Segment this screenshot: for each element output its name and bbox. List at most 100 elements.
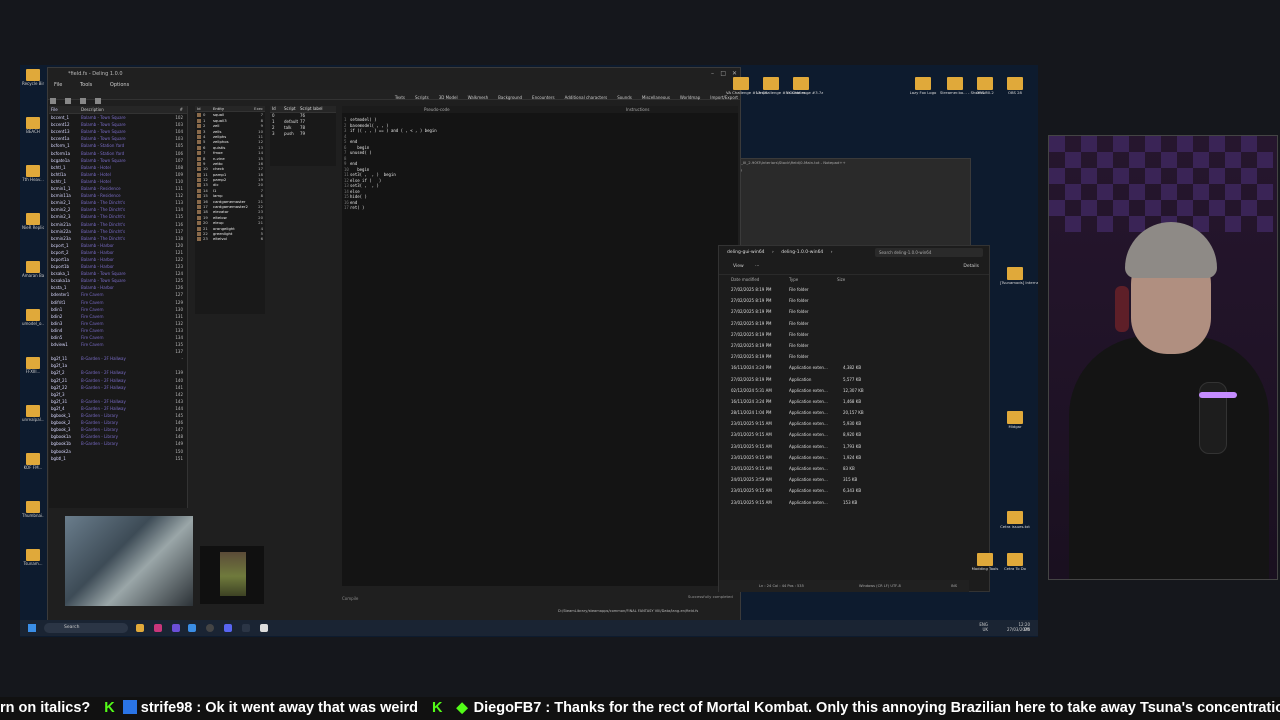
- tab-worldmap[interactable]: Worldmap: [680, 95, 700, 100]
- compile-button[interactable]: Compile: [342, 596, 358, 601]
- desktop-icon[interactable]: VA Challenge #1.mp4: [726, 77, 768, 95]
- desktop-icon[interactable]: Amaran Battle B...: [22, 261, 44, 278]
- field-list-row[interactable]: bcmin21a Balamb - The Dincht's 116: [49, 221, 187, 228]
- discord-icon[interactable]: [224, 624, 232, 632]
- desktop-icon[interactable]: unrealpal...: [22, 405, 44, 422]
- field-list-row[interactable]: bdin5 Fire Cavern 134: [49, 334, 187, 341]
- menu-file[interactable]: File: [54, 82, 62, 88]
- field-list-row[interactable]: bdin3 Fire Cavern 132: [49, 320, 187, 327]
- field-list-row[interactable]: bchtl_1 Balamb - Hotel 108: [49, 164, 187, 171]
- app-icon[interactable]: [154, 624, 162, 632]
- field-list-row[interactable]: bcsta_1 Balamb - Harbor 126: [49, 284, 187, 291]
- field-list-row[interactable]: bgbook_2 B-Garden - Library 146: [49, 419, 187, 426]
- entity-list[interactable]: Id Entity Exec 0 squall 7 1 squall3 8 2 zell 9 3 z…: [195, 106, 265, 314]
- col-entity[interactable]: Entity: [213, 106, 224, 111]
- code-pane[interactable]: Pseudo-code Instructions 1 setmodel( ) 2 ba…: [342, 106, 738, 586]
- field-list-row[interactable]: bccent12 Balamb - Town Square 103: [49, 121, 187, 128]
- settings-icon[interactable]: [260, 624, 268, 632]
- field-list-row[interactable]: bcmin1_1 Balamb - Residence 111: [49, 185, 187, 192]
- field-list-row[interactable]: bg2f_22 B-Garden - 2F Hallway 141: [49, 384, 187, 391]
- field-list-row[interactable]: 137: [49, 348, 187, 355]
- file-explorer-icon[interactable]: [136, 624, 144, 632]
- desktop-icon[interactable]: OBS 30.2: [970, 77, 1000, 95]
- desktop-icon[interactable]: Recycle Bin: [22, 69, 44, 86]
- field-list-row[interactable]: bg2f_11 B-Garden - 2F Hallway -: [49, 355, 187, 362]
- tab-texts[interactable]: Texts: [395, 95, 405, 100]
- field-list-row[interactable]: bgbook1b B-Garden - Library 149: [49, 440, 187, 447]
- col-description[interactable]: Description: [81, 106, 104, 113]
- entity-row[interactable]: 23 eltelvol 6: [195, 236, 265, 242]
- field-list-row[interactable]: bchtl1a Balamb - Hotel 109: [49, 171, 187, 178]
- desktop-icon[interactable]: Streamer.bo... - Shortcut: [940, 77, 987, 95]
- save-icon[interactable]: [65, 98, 72, 104]
- field-list-row[interactable]: bg2f_2 B-Garden - 2F Hallway 139: [49, 369, 187, 376]
- desktop-icon[interactable]: BEACH: [22, 117, 44, 134]
- col-id[interactable]: Id: [197, 106, 201, 111]
- field-list-row[interactable]: bcgate1a Balamb - Town Square 107: [49, 157, 187, 164]
- instructions-label[interactable]: Instructions: [626, 106, 650, 113]
- field-list-row[interactable]: bcport_1 Balamb - Harbor 120: [49, 242, 187, 249]
- field-list-row[interactable]: bdifrit1 Fire Cavern 129: [49, 299, 187, 306]
- field-list-row[interactable]: bgbook_1 B-Garden - Library 145: [49, 412, 187, 419]
- field-list-row[interactable]: bdin1 Fire Cavern 130: [49, 306, 187, 313]
- desktop-icon[interactable]: Midgar: [1000, 411, 1030, 429]
- field-list-row[interactable]: bccent_1 Balamb - Town Square 102: [49, 114, 187, 121]
- col-script[interactable]: Script: [284, 106, 296, 112]
- desktop-icon[interactable]: VA Challenge #3 Guida.m...: [756, 77, 809, 95]
- field-list-row[interactable]: bg2f_3 142: [49, 391, 187, 398]
- tab-encounters[interactable]: Encounters: [532, 95, 555, 100]
- field-list-row[interactable]: bg2f_1a: [49, 362, 187, 369]
- tab-walkmesh[interactable]: Walkmesh: [468, 95, 489, 100]
- col-number[interactable]: #: [180, 106, 183, 113]
- desktop-icon[interactable]: FFXIII...: [22, 357, 44, 374]
- obs-icon[interactable]: [172, 624, 180, 632]
- open-icon[interactable]: [50, 98, 56, 104]
- field-list-row[interactable]: bgbtl_1 151: [49, 455, 187, 462]
- field-list-row[interactable]: bgbook1a B-Garden - Library 148: [49, 433, 187, 440]
- menu-options[interactable]: Options: [110, 82, 129, 88]
- tab-scripts[interactable]: Scripts: [415, 95, 429, 100]
- field-list-row[interactable]: bcmin23a Balamb - The Dincht's 118: [49, 235, 187, 242]
- field-list-row[interactable]: bg2f_4 B-Garden - 2F Hallway 144: [49, 405, 187, 412]
- field-list-row[interactable]: bdin4 Fire Cavern 133: [49, 327, 187, 334]
- field-list-row[interactable]: bg2f_31 B-Garden - 2F Hallway 143: [49, 398, 187, 405]
- menu-tools[interactable]: Tools: [80, 82, 92, 88]
- tab-background[interactable]: Background: [498, 95, 522, 100]
- field-list-row[interactable]: bcmin2_3 Balamb - The Dincht's 115: [49, 213, 187, 220]
- search-icon[interactable]: [95, 98, 102, 104]
- desktop-icon[interactable]: OBS 28: [1000, 77, 1030, 95]
- desktop-icon[interactable]: [Tsunamods] Internation...: [1000, 267, 1038, 285]
- field-list-row[interactable]: bcform_1 Balamb - Station Yard 105: [49, 142, 187, 149]
- script-row[interactable]: 3 push 79: [270, 131, 336, 137]
- desktop-icon[interactable]: Va Challenge #3.7z: [786, 77, 823, 95]
- field-list-row[interactable]: bgbook_3 B-Garden - Library 147: [49, 426, 187, 433]
- col-exec[interactable]: Exec: [254, 106, 263, 111]
- steam-icon[interactable]: [242, 624, 250, 632]
- field-list-row[interactable]: bcmin11a Balamb - Residence 112: [49, 192, 187, 199]
- tab-3d-model[interactable]: 3D Model: [439, 95, 458, 100]
- field-list-row[interactable]: bcport1b Balamb - Harbor 123: [49, 263, 187, 270]
- field-list-row[interactable]: bcport_2 Balamb - Harbor 121: [49, 249, 187, 256]
- desktop-icon[interactable]: NieR Replicant: [22, 213, 44, 230]
- col-script-id[interactable]: Id: [272, 106, 276, 112]
- field-list-row[interactable]: bchtr_1 Balamb - Hotel 110: [49, 178, 187, 185]
- desktop-icon[interactable]: Thumbnai...: [22, 501, 44, 518]
- github-icon[interactable]: [206, 624, 214, 632]
- field-list-row[interactable]: bcmin2_2 Balamb - The Dincht's 114: [49, 206, 187, 213]
- field-list-row[interactable]: bdview1 Fire Cavern 135: [49, 341, 187, 348]
- desktop-icon[interactable]: Lazy Fox Logo: [908, 77, 938, 95]
- field-list-row[interactable]: bccent13 Balamb - Town Square 104: [49, 128, 187, 135]
- tab-miscellaneous[interactable]: Miscellaneous: [642, 95, 670, 100]
- taskbar-search[interactable]: Search: [44, 623, 128, 633]
- desktop-icon[interactable]: Cetra To Do: [1000, 553, 1030, 571]
- run-icon[interactable]: [80, 98, 87, 104]
- field-list-row[interactable]: bcsaka_1 Balamb - Town Square 124: [49, 270, 187, 277]
- field-list-row[interactable]: bcmin22a Balamb - The Dincht's 117: [49, 228, 187, 235]
- field-list-row[interactable]: bg2f_21 B-Garden - 2F Hallway 140: [49, 377, 187, 384]
- field-list[interactable]: File Description # bccent_1 Balamb - Town…: [49, 106, 188, 508]
- script-list[interactable]: Id Script Script label 0 76 1 default 77 2 tal…: [270, 106, 336, 166]
- tab-additional-characters[interactable]: Additional characters: [565, 95, 608, 100]
- desktop-icon[interactable]: Modding Tools: [970, 553, 1000, 571]
- field-list-row[interactable]: bcport1a Balamb - Harbor 122: [49, 256, 187, 263]
- pen-icon[interactable]: [188, 624, 196, 632]
